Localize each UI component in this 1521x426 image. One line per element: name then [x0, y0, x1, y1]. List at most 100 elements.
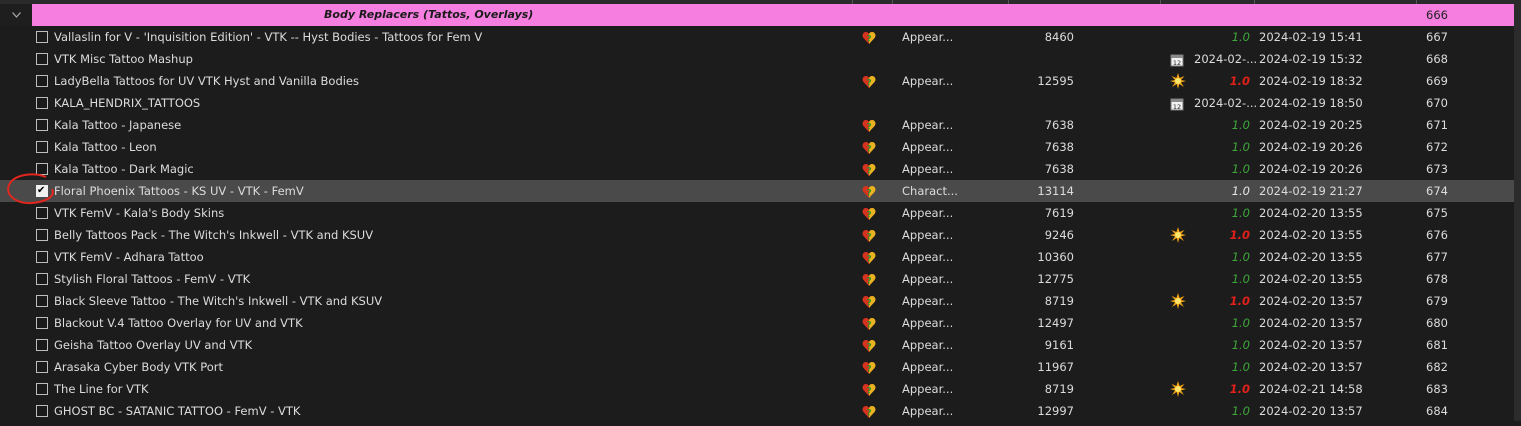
- mod-category: Appear...: [902, 360, 954, 374]
- conflict-burst-icon: [1170, 73, 1186, 89]
- mod-row[interactable]: The Line for VTK? Appear... 8719 1.0 2024-02…: [0, 378, 1514, 400]
- mod-row[interactable]: Black Sleeve Tattoo - The Witch's Inkwel…: [0, 290, 1514, 312]
- mod-name: Belly Tattoos Pack - The Witch's Inkwell…: [54, 228, 374, 242]
- svg-text:?: ?: [866, 409, 871, 419]
- mod-name: VTK Misc Tattoo Mashup: [54, 52, 193, 66]
- enable-checkbox[interactable]: [36, 141, 48, 153]
- mod-version: 1.0: [1231, 272, 1250, 286]
- group-title: Body Replacers (Tattos, Overlays): [324, 8, 534, 21]
- mod-id: 10360: [1037, 250, 1074, 264]
- mod-category: Appear...: [902, 118, 954, 132]
- mod-name: The Line for VTK: [54, 382, 149, 396]
- mod-row[interactable]: LadyBella Tattoos for UV VTK Hyst and Va…: [0, 70, 1514, 92]
- mod-priority: 681: [1426, 338, 1448, 352]
- group-priority: 666: [1426, 8, 1448, 22]
- mod-priority: 676: [1426, 228, 1448, 242]
- install-date: 2024-02-21 14:58: [1259, 382, 1363, 396]
- mod-version: 1.0: [1231, 360, 1250, 374]
- enable-checkbox[interactable]: [36, 229, 48, 241]
- svg-text:?: ?: [866, 145, 871, 155]
- enable-checkbox[interactable]: [36, 163, 48, 175]
- mod-row[interactable]: GHOST BC - SATANIC TATTOO - FemV - VTK? A…: [0, 400, 1514, 422]
- enable-checkbox[interactable]: [36, 119, 48, 131]
- mod-version: 1.0: [1231, 140, 1250, 154]
- svg-text:?: ?: [866, 387, 871, 397]
- enable-checkbox[interactable]: [36, 97, 48, 109]
- mod-category: Appear...: [902, 382, 954, 396]
- install-date: 2024-02-19 15:41: [1259, 30, 1363, 44]
- install-date: 2024-02-19 20:25: [1259, 118, 1363, 132]
- svg-text:?: ?: [866, 167, 871, 177]
- heart-question-flag-icon: ?: [862, 382, 876, 397]
- install-date: 2024-02-20 13:55: [1259, 228, 1363, 242]
- mod-name: Blackout V.4 Tattoo Overlay for UV and V…: [54, 316, 303, 330]
- install-date: 2024-02-20 13:55: [1259, 206, 1363, 220]
- mod-name: Kala Tattoo - Dark Magic: [54, 162, 194, 176]
- mod-row[interactable]: VTK Misc Tattoo Mashup 12 2024-02-... 2024-…: [0, 48, 1514, 70]
- heart-question-flag-icon: ?: [862, 30, 876, 45]
- mod-id: 12595: [1037, 74, 1074, 88]
- install-date: 2024-02-19 21:27: [1259, 184, 1363, 198]
- mod-version: 1.0: [1231, 338, 1250, 352]
- mod-priority: 684: [1426, 404, 1448, 418]
- mod-row[interactable]: Kala Tattoo - Dark Magic? Appear... 7638 1.…: [0, 158, 1514, 180]
- enable-checkbox[interactable]: [36, 317, 48, 329]
- svg-text:?: ?: [866, 365, 871, 375]
- mod-row[interactable]: Arasaka Cyber Body VTK Port? Appear... 119…: [0, 356, 1514, 378]
- enable-checkbox[interactable]: [36, 207, 48, 219]
- enable-checkbox[interactable]: [36, 339, 48, 351]
- mod-priority: 682: [1426, 360, 1448, 374]
- mod-row[interactable]: Geisha Tattoo Overlay UV and VTK? Appear.…: [0, 334, 1514, 356]
- heart-question-flag-icon: ?: [862, 118, 876, 133]
- mod-id: 7638: [1044, 118, 1074, 132]
- enable-checkbox[interactable]: [36, 273, 48, 285]
- enable-checkbox[interactable]: [36, 295, 48, 307]
- enable-checkbox[interactable]: [36, 383, 48, 395]
- enable-checkbox[interactable]: [36, 31, 48, 43]
- enable-checkbox[interactable]: [36, 180, 48, 202]
- mod-version: 1.0: [1231, 184, 1250, 198]
- mod-id: 12497: [1037, 316, 1074, 330]
- install-date-short: 2024-02-...: [1194, 96, 1258, 110]
- mod-row[interactable]: Blackout V.4 Tattoo Overlay for UV and V…: [0, 312, 1514, 334]
- mod-category: Appear...: [902, 316, 954, 330]
- mod-row[interactable]: Vallaslin for V - 'Inquisition Edition' …: [0, 26, 1514, 48]
- install-date: 2024-02-19 18:32: [1259, 74, 1363, 88]
- mod-id: 7638: [1044, 140, 1074, 154]
- mod-row[interactable]: Kala Tattoo - Japanese? Appear... 7638 1.0 2…: [0, 114, 1514, 136]
- enable-checkbox[interactable]: [36, 405, 48, 417]
- enable-checkbox[interactable]: [36, 53, 48, 65]
- svg-text:?: ?: [866, 255, 871, 265]
- heart-question-flag-icon: ?: [862, 250, 876, 265]
- mod-priority: 668: [1426, 52, 1448, 66]
- mod-name: Stylish Floral Tattoos - FemV - VTK: [54, 272, 251, 286]
- mod-name: Kala Tattoo - Japanese: [54, 118, 182, 132]
- calendar-icon: 12: [1170, 96, 1184, 111]
- mod-row[interactable]: Belly Tattoos Pack - The Witch's Inkwell…: [0, 224, 1514, 246]
- heart-question-flag-icon: ?: [862, 404, 876, 419]
- scrollbar[interactable]: [1514, 0, 1521, 421]
- mod-row[interactable]: VTK FemV - Adhara Tattoo? Appear... 10360 1…: [0, 246, 1514, 268]
- enable-checkbox[interactable]: [36, 251, 48, 263]
- mod-priority: 669: [1426, 74, 1448, 88]
- svg-text:?: ?: [866, 321, 871, 331]
- mod-row[interactable]: Kala Tattoo - Leon? Appear... 7638 1.0 2024-…: [0, 136, 1514, 158]
- heart-question-flag-icon: ?: [862, 360, 876, 375]
- mod-version: 1.0: [1229, 74, 1250, 88]
- enable-checkbox[interactable]: [36, 75, 48, 87]
- heart-question-flag-icon: ?: [862, 272, 876, 287]
- heart-question-flag-icon: ?: [862, 294, 876, 309]
- mod-row[interactable]: VTK FemV - Kala's Body Skins? Appear... 76…: [0, 202, 1514, 224]
- group-separator-row[interactable]: Body Replacers (Tattos, Overlays) 666: [32, 4, 1514, 26]
- mod-name: VTK FemV - Adhara Tattoo: [54, 250, 204, 264]
- mod-id: 8460: [1044, 30, 1074, 44]
- mod-name: GHOST BC - SATANIC TATTOO - FemV - VTK: [54, 404, 301, 418]
- mod-row[interactable]: Stylish Floral Tattoos - FemV - VTK? Appe…: [0, 268, 1514, 290]
- mod-row[interactable]: Floral Phoenix Tattoos - KS UV - VTK - F…: [0, 180, 1514, 202]
- mod-category: Appear...: [902, 272, 954, 286]
- mod-row[interactable]: KALA_HENDRIX_TATTOOS 12 2024-02-... 2024-02…: [0, 92, 1514, 114]
- group-collapse-toggle[interactable]: [0, 4, 32, 26]
- install-date: 2024-02-20 13:57: [1259, 338, 1363, 352]
- enable-checkbox[interactable]: [36, 361, 48, 373]
- install-date: 2024-02-20 13:55: [1259, 250, 1363, 264]
